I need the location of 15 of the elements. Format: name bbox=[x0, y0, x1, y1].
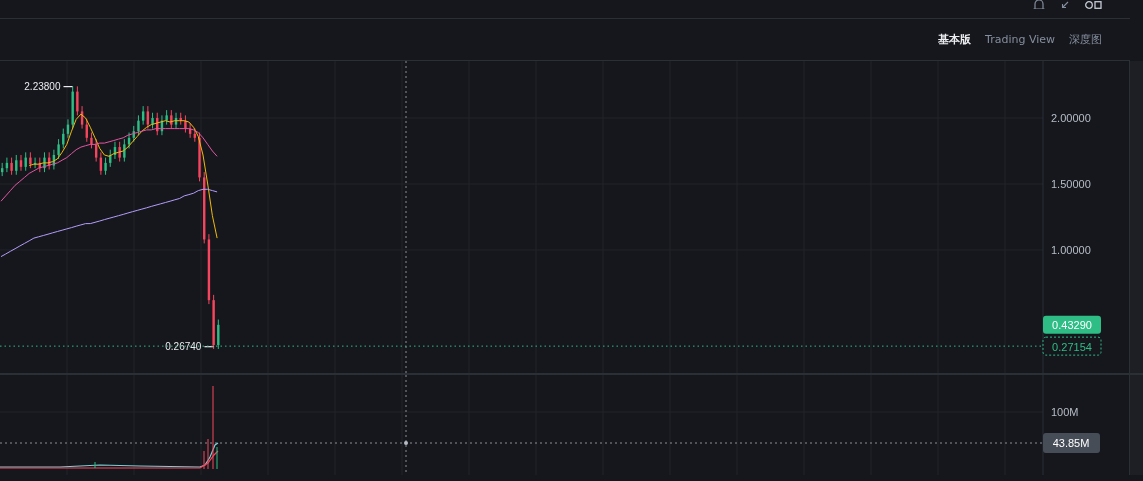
axis-label: 100M bbox=[1051, 406, 1079, 418]
chart-tab[interactable]: 基本版 bbox=[938, 32, 972, 47]
price-tag: 0.27154 bbox=[1042, 336, 1102, 356]
chart-tab[interactable]: 深度图 bbox=[1069, 32, 1102, 47]
crosshair-value-tag: 43.85M bbox=[1043, 433, 1100, 453]
shapes-icon[interactable] bbox=[1085, 0, 1102, 9]
axis-label: 1.00000 bbox=[1051, 244, 1091, 256]
bell-icon[interactable] bbox=[1033, 0, 1045, 9]
axis-label: 1.50000 bbox=[1051, 178, 1091, 190]
axis-label: 2.00000 bbox=[1051, 112, 1091, 124]
arrow-icon[interactable] bbox=[1061, 1, 1069, 9]
candlestick bbox=[217, 319, 220, 350]
candlestick bbox=[43, 151, 46, 173]
chart-tab[interactable]: Trading View bbox=[985, 33, 1055, 46]
price-tag: 0.43290 bbox=[1043, 315, 1101, 334]
